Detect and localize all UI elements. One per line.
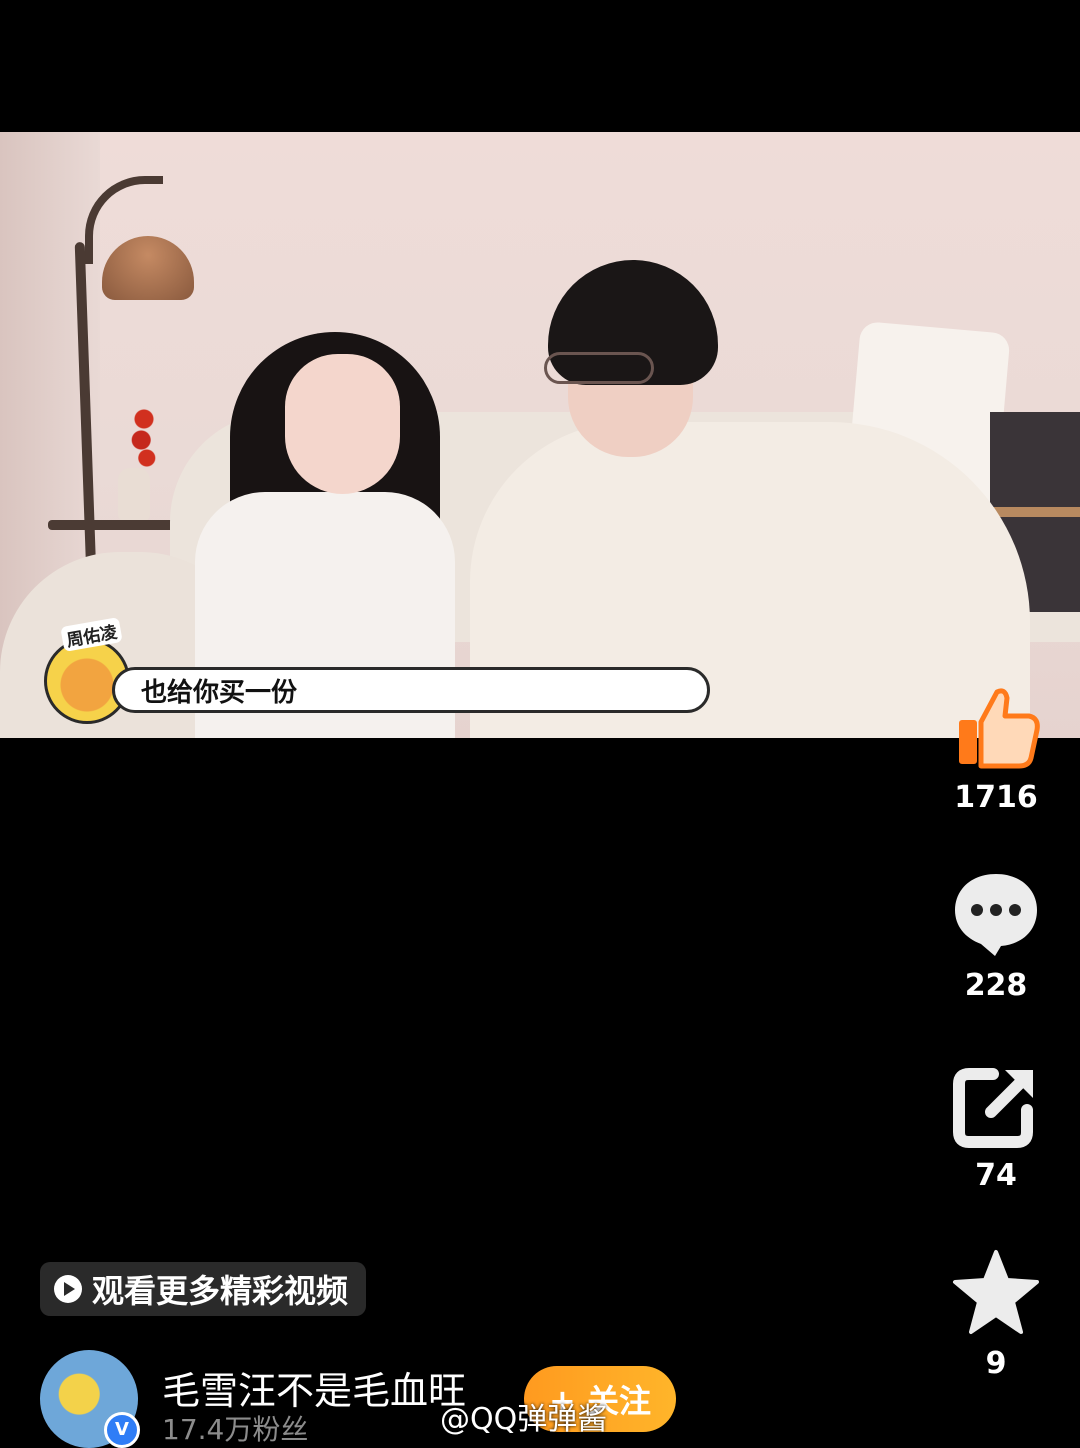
star-icon — [953, 1250, 1039, 1334]
comment-button[interactable]: 228 — [936, 870, 1056, 1003]
video-player[interactable]: 周佑凌 也给你买一份 — [0, 132, 1080, 738]
thumbs-up-icon — [959, 688, 1040, 769]
vase — [118, 468, 150, 522]
share-icon — [953, 1068, 1033, 1148]
share-button[interactable]: 74 — [936, 1060, 1056, 1193]
more-videos-label: 观看更多精彩视频 — [92, 1272, 349, 1310]
fans-count: 17.4万粉丝 — [162, 1413, 309, 1446]
comment-count: 228 — [964, 968, 1028, 1003]
glasses — [544, 352, 654, 384]
like-count: 1716 — [954, 780, 1038, 815]
play-icon — [54, 1275, 82, 1303]
like-button[interactable]: 1716 — [936, 682, 1056, 815]
watermark: @QQ弹弹酱 — [440, 1402, 608, 1437]
share-count: 74 — [975, 1158, 1017, 1193]
caption-bubble: 也给你买一份 — [112, 667, 710, 713]
verified-badge-icon: V — [104, 1412, 140, 1448]
caption-text: 也给你买一份 — [141, 677, 298, 708]
favorite-button[interactable]: 9 — [936, 1248, 1056, 1381]
favorite-count: 9 — [985, 1346, 1007, 1381]
author-name[interactable]: 毛雪汪不是毛血旺 — [162, 1360, 466, 1415]
side-table — [48, 520, 180, 530]
decor-berries — [130, 407, 158, 467]
woman-face — [285, 354, 400, 494]
comment-icon — [955, 874, 1037, 956]
more-videos-button[interactable]: 观看更多精彩视频 — [40, 1262, 367, 1316]
top-black-bar — [0, 0, 1080, 132]
